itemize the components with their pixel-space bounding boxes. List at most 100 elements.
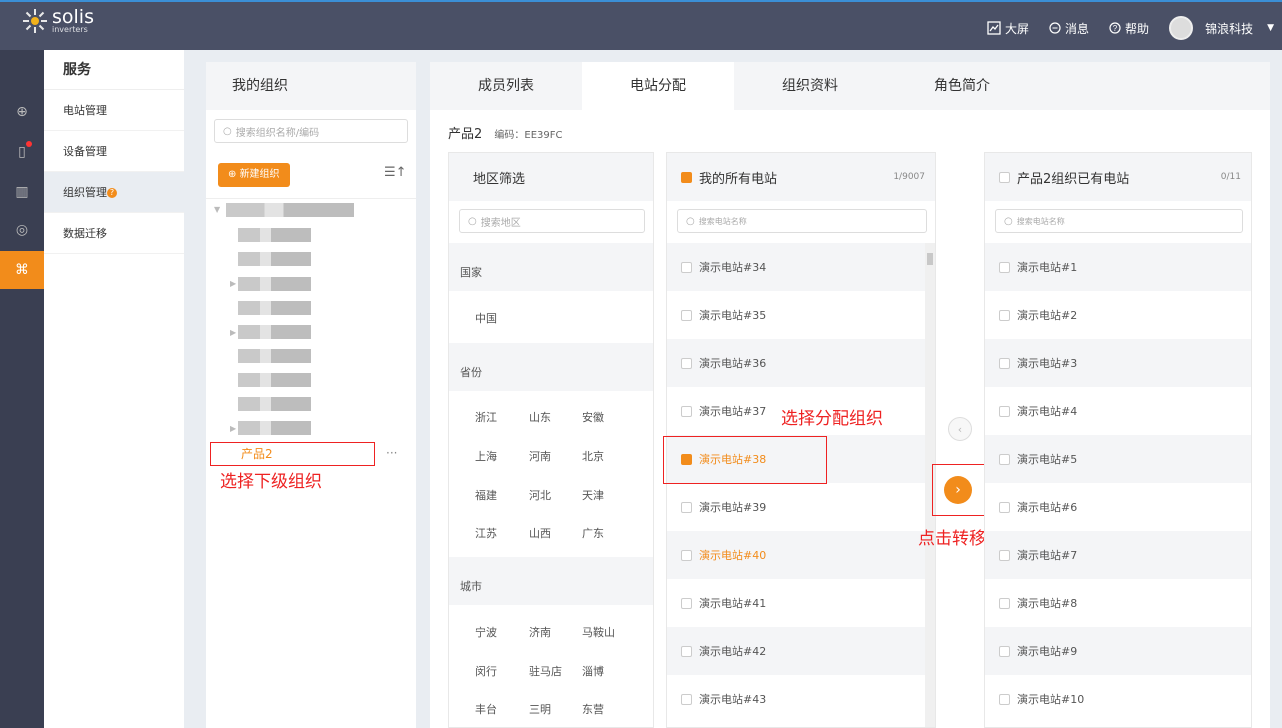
station-checkbox[interactable] (681, 261, 692, 273)
transfer-right-button[interactable]: › (944, 476, 972, 504)
new-org-button[interactable]: ⊕ 新建组织 (218, 163, 290, 187)
tree-collapse-icon[interactable]: ▶ (230, 328, 236, 337)
station-row[interactable]: 演示电站#42 (667, 627, 925, 675)
city-option[interactable]: 马鞍山 (582, 624, 615, 640)
station-checkbox[interactable] (999, 453, 1010, 465)
station-checkbox[interactable] (999, 645, 1010, 657)
menu-item-migrate[interactable]: 数据迁移 (44, 213, 184, 254)
province-option[interactable]: 福建 (475, 487, 497, 503)
station-checkbox[interactable] (681, 693, 692, 705)
org-node-blurred[interactable] (226, 203, 354, 217)
country-option[interactable]: 中国 (475, 310, 497, 326)
station-checkbox[interactable] (681, 405, 692, 417)
target-search-input[interactable]: ○ 搜索电站名称 (995, 209, 1243, 233)
province-option[interactable]: 北京 (582, 448, 604, 464)
target-station-row[interactable]: 演示电站#7 (985, 531, 1251, 579)
target-station-row[interactable]: 演示电站#2 (985, 291, 1251, 339)
station-checkbox[interactable] (681, 549, 692, 561)
province-option[interactable]: 广东 (582, 525, 604, 541)
chart-icon[interactable]: ▥ (0, 175, 44, 209)
transfer-left-button[interactable]: ‹ (948, 417, 972, 441)
province-option[interactable]: 河北 (529, 487, 551, 503)
city-option[interactable]: 淄博 (582, 663, 604, 679)
station-row[interactable]: 演示电站#43 (667, 675, 925, 723)
big-screen-link[interactable]: 大屏 (987, 20, 1029, 37)
org-node-blurred[interactable] (238, 397, 311, 411)
tree-collapse-icon[interactable]: ▶ (230, 424, 236, 433)
org-node-blurred[interactable] (238, 228, 311, 242)
help-link[interactable]: ? 帮助 (1109, 20, 1149, 37)
city-option[interactable]: 闵行 (475, 663, 497, 679)
station-checkbox[interactable] (999, 549, 1010, 561)
device-icon[interactable]: ▯ (0, 135, 44, 169)
target-station-row[interactable]: 演示电站#10 (985, 675, 1251, 723)
province-option[interactable]: 江苏 (475, 525, 497, 541)
station-row[interactable]: 演示电站#40 (667, 531, 925, 579)
station-checkbox[interactable] (999, 501, 1010, 513)
menu-item-station[interactable]: 电站管理 (44, 90, 184, 131)
station-checkbox[interactable] (999, 261, 1010, 273)
region-search-input[interactable]: ○ 搜索地区 (459, 209, 645, 233)
eye-icon[interactable]: ◎ (0, 213, 44, 247)
city-option[interactable]: 三明 (529, 701, 551, 717)
org-node-blurred[interactable] (238, 277, 311, 291)
target-station-row[interactable]: 演示电站#3 (985, 339, 1251, 387)
tab-org-info[interactable]: 组织资料 (734, 62, 886, 110)
tree-collapse-icon[interactable]: ▶ (230, 279, 236, 288)
province-option[interactable]: 天津 (582, 487, 604, 503)
menu-item-org[interactable]: 组织管理? (44, 172, 184, 213)
province-option[interactable]: 安徽 (582, 409, 604, 425)
target-station-row[interactable]: 演示电站#8 (985, 579, 1251, 627)
select-all-checkbox[interactable] (681, 171, 692, 183)
station-checkbox[interactable] (999, 405, 1010, 417)
city-option[interactable]: 宁波 (475, 624, 497, 640)
station-checkbox[interactable] (999, 597, 1010, 609)
user-menu[interactable]: 锦浪科技 ▼ (1169, 16, 1274, 40)
org-node-blurred[interactable] (238, 325, 311, 339)
station-checkbox[interactable] (681, 597, 692, 609)
province-option[interactable]: 上海 (475, 448, 497, 464)
province-option[interactable]: 山东 (529, 409, 551, 425)
tree-expand-icon[interactable]: ▼ (214, 205, 220, 214)
org-node-blurred[interactable] (238, 301, 311, 315)
city-option[interactable]: 驻马店 (529, 663, 562, 679)
org-node-blurred[interactable] (238, 373, 311, 387)
sort-icon[interactable]: ☰↑ (384, 165, 407, 180)
tab-members[interactable]: 成员列表 (430, 62, 582, 110)
org-node-blurred[interactable] (238, 349, 311, 363)
target-station-row[interactable]: 演示电站#4 (985, 387, 1251, 435)
province-option[interactable]: 山西 (529, 525, 551, 541)
station-row[interactable]: 演示电站#39 (667, 483, 925, 531)
select-all-target-checkbox[interactable] (999, 171, 1010, 183)
target-station-row[interactable]: 演示电站#1 (985, 243, 1251, 291)
service-icon[interactable]: ⌘ (0, 251, 44, 289)
station-checkbox[interactable] (681, 645, 692, 657)
station-icon[interactable]: ⊕ (0, 95, 44, 129)
target-station-row[interactable]: 演示电站#6 (985, 483, 1251, 531)
station-row[interactable]: 演示电站#35 (667, 291, 925, 339)
more-icon[interactable]: ··· (386, 446, 397, 460)
org-node-selected[interactable]: 产品2 (210, 442, 375, 466)
city-option[interactable]: 丰台 (475, 701, 497, 717)
station-checkbox[interactable] (999, 309, 1010, 321)
messages-link[interactable]: 消息 (1049, 20, 1089, 37)
city-option[interactable]: 东营 (582, 701, 604, 717)
logo[interactable]: solis inverters (22, 8, 94, 34)
target-station-row[interactable]: 演示电站#5 (985, 435, 1251, 483)
station-checkbox[interactable] (681, 357, 692, 369)
city-option[interactable]: 济南 (529, 624, 551, 640)
station-checkbox[interactable] (681, 309, 692, 321)
org-node-blurred[interactable] (238, 252, 311, 266)
menu-item-device[interactable]: 设备管理 (44, 131, 184, 172)
station-row[interactable]: 演示电站#34 (667, 243, 925, 291)
org-search-input[interactable]: ○ 搜索组织名称/编码 (214, 119, 408, 143)
tab-roles[interactable]: 角色简介 (886, 62, 1038, 110)
station-checkbox[interactable] (999, 357, 1010, 369)
station-row[interactable]: 演示电站#36 (667, 339, 925, 387)
tab-station-assign[interactable]: 电站分配 (582, 62, 734, 110)
province-option[interactable]: 河南 (529, 448, 551, 464)
station-checkbox[interactable] (999, 693, 1010, 705)
province-option[interactable]: 浙江 (475, 409, 497, 425)
station-checkbox[interactable] (681, 501, 692, 513)
org-node-blurred[interactable] (238, 421, 311, 435)
